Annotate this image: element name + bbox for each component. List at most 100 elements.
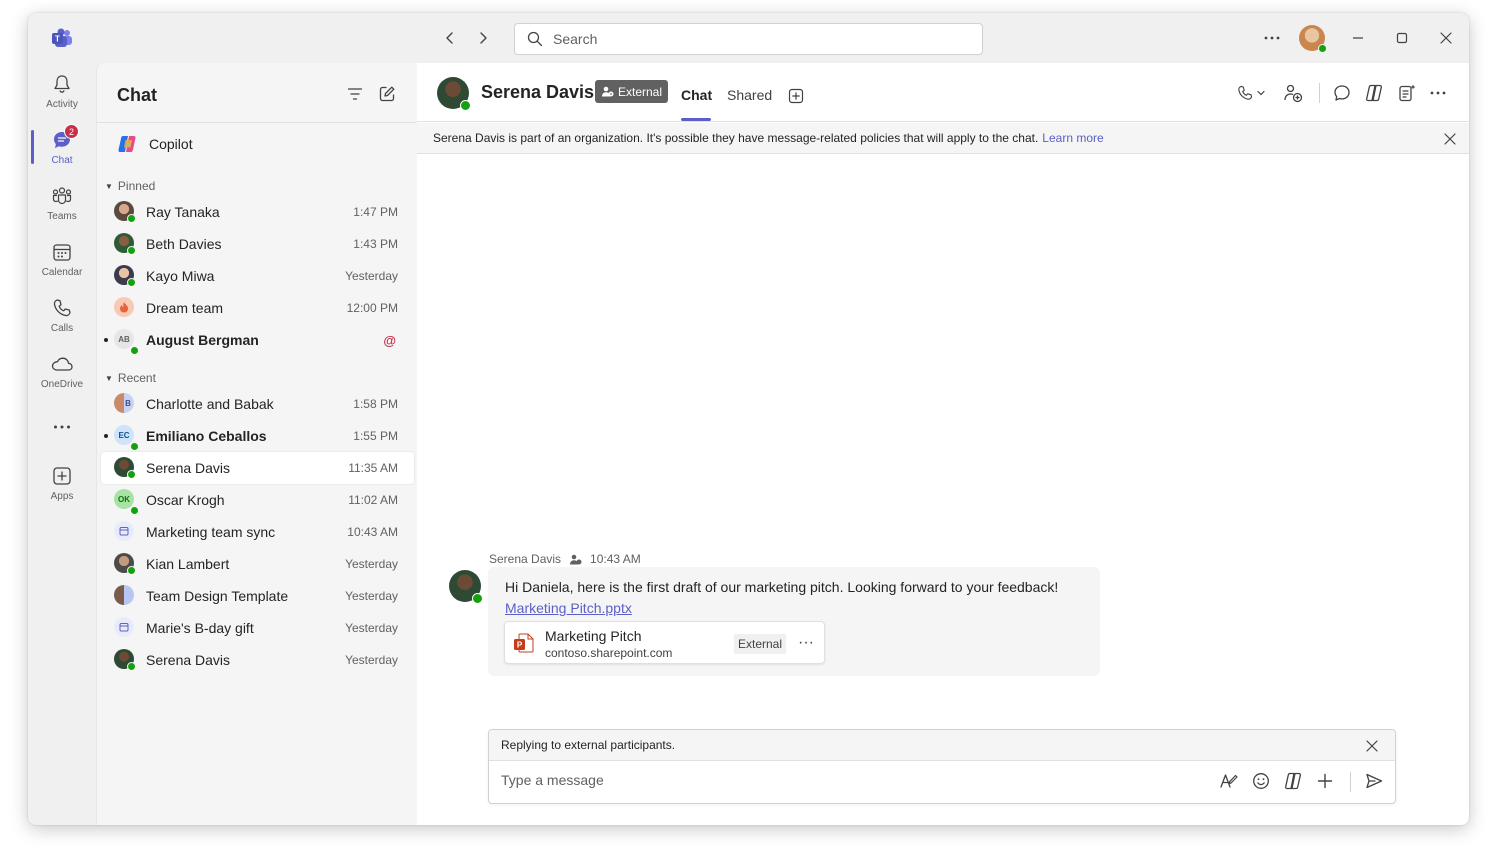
chat-row-team-design-template[interactable]: Team Design Template Yesterday — [101, 580, 414, 612]
rail-item-teams[interactable]: Teams — [28, 177, 96, 229]
learn-more-link[interactable]: Learn more — [1042, 131, 1103, 145]
emoji-icon — [1253, 773, 1269, 789]
sender-avatar[interactable] — [449, 570, 483, 604]
file-card[interactable]: P Marketing Pitch contoso.sharepoint.com… — [504, 621, 825, 664]
avatar — [114, 457, 136, 479]
contact-avatar[interactable] — [437, 77, 471, 111]
chat-row-kian-lambert[interactable]: Kian Lambert Yesterday — [101, 548, 414, 580]
chat-row-maries-bday-gift[interactable]: Marie's B-day gift Yesterday — [101, 612, 414, 644]
chat-time: Yesterday — [345, 557, 398, 571]
chat-row-marketing-team-sync[interactable]: Marketing team sync 10:43 AM — [101, 516, 414, 548]
chat-row-beth-davies[interactable]: Beth Davies 1:43 PM — [101, 228, 414, 260]
file-name: Marketing Pitch — [545, 628, 642, 644]
close-icon — [1444, 133, 1456, 145]
call-button[interactable] — [1234, 82, 1256, 104]
rail-item-more[interactable] — [28, 401, 96, 453]
chat-header: Serena Davis External Chat Shared — [417, 63, 1469, 122]
minimize-button[interactable] — [1347, 27, 1369, 49]
meeting-avatar — [114, 521, 134, 541]
back-button[interactable] — [439, 27, 461, 49]
send-button[interactable] — [1363, 770, 1385, 792]
close-icon — [1440, 32, 1452, 44]
rail-label: Teams — [47, 210, 77, 222]
external-badge: External — [734, 634, 787, 654]
teams-logo-icon: T — [52, 28, 72, 47]
file-more-button[interactable]: ··· — [795, 632, 817, 654]
active-tab-indicator — [681, 118, 711, 121]
pinned-section-header[interactable]: ▼ Pinned — [105, 179, 155, 193]
profile-avatar[interactable] — [1299, 25, 1327, 53]
copilot-row[interactable]: Copilot — [97, 129, 417, 159]
close-window-button[interactable] — [1435, 27, 1457, 49]
mention-icon: @ — [383, 332, 396, 348]
notes-button[interactable] — [1396, 82, 1418, 104]
message-sender: Serena Davis — [489, 552, 562, 566]
chat-time: Yesterday — [345, 653, 398, 667]
chat-row-oscar-krogh[interactable]: OK Oscar Krogh 11:02 AM — [101, 484, 414, 516]
presence-available-icon — [1318, 44, 1327, 53]
chevron-left-icon — [446, 32, 453, 44]
rail-item-onedrive[interactable]: OneDrive — [28, 345, 96, 397]
attachment-link[interactable]: Marketing Pitch.pptx — [505, 600, 632, 616]
reply-notice: Replying to external participants. — [489, 730, 1395, 761]
search-box[interactable] — [514, 23, 983, 55]
rail-item-calendar[interactable]: Calendar — [28, 233, 96, 285]
presence-available-icon — [127, 246, 136, 255]
message-bubble[interactable]: Hi Daniela, here is the first draft of o… — [488, 567, 1100, 676]
add-people-button[interactable] — [1282, 82, 1304, 104]
more-horizontal-icon — [1430, 91, 1446, 95]
chat-row-charlotte-babak[interactable]: B Charlotte and Babak 1:58 PM — [101, 388, 414, 420]
caret-down-icon: ▼ — [105, 181, 113, 191]
compose-icon — [379, 86, 395, 102]
new-chat-button[interactable] — [376, 83, 398, 105]
copilot-compose-button[interactable] — [1282, 770, 1304, 792]
search-icon — [527, 31, 543, 47]
rail-item-calls[interactable]: Calls — [28, 289, 96, 341]
add-tab-button[interactable] — [785, 85, 807, 107]
tab-shared[interactable]: Shared — [727, 87, 772, 103]
presence-available-icon — [127, 566, 136, 575]
message-text: Hi Daniela, here is the first draft of o… — [505, 579, 1059, 595]
contact-name[interactable]: Serena Davis — [481, 82, 594, 103]
recent-section-header[interactable]: ▼ Recent — [105, 371, 156, 385]
more-options-button[interactable] — [1260, 27, 1284, 49]
rail-item-activity[interactable]: Activity — [28, 65, 96, 117]
chevron-down-icon — [1257, 90, 1265, 96]
calendar-icon — [53, 243, 71, 261]
chat-row-ray-tanaka[interactable]: Ray Tanaka 1:47 PM — [101, 196, 414, 228]
chat-time: Yesterday — [345, 621, 398, 635]
rail-item-apps[interactable]: Apps — [28, 457, 96, 509]
tab-chat[interactable]: Chat — [681, 87, 712, 103]
presence-available-icon — [472, 593, 483, 604]
message-input[interactable] — [501, 772, 1181, 788]
search-input[interactable] — [553, 31, 953, 47]
emoji-button[interactable] — [1250, 770, 1272, 792]
chat-bubble-button[interactable] — [1331, 82, 1353, 104]
caret-down-icon: ▼ — [105, 373, 113, 383]
format-button[interactable] — [1218, 770, 1240, 792]
forward-button[interactable] — [472, 27, 494, 49]
chat-row-emiliano-ceballos[interactable]: EC Emiliano Ceballos 1:55 PM — [101, 420, 414, 452]
chevron-right-icon — [480, 32, 487, 44]
attach-button[interactable] — [1314, 770, 1336, 792]
flame-icon — [120, 302, 128, 313]
chat-row-august-bergman[interactable]: AB August Bergman @ — [101, 324, 414, 356]
chat-name: Team Design Template — [146, 588, 289, 604]
more-options-button[interactable] — [1427, 82, 1449, 104]
chat-time: 12:00 PM — [346, 301, 398, 315]
dismiss-notice-button[interactable] — [1361, 735, 1383, 757]
chat-row-serena-davis[interactable]: Serena Davis Yesterday — [101, 644, 414, 676]
copilot-button[interactable] — [1363, 82, 1385, 104]
filter-button[interactable] — [344, 83, 366, 105]
chat-row-dream-team[interactable]: Dream team 12:00 PM — [101, 292, 414, 324]
dismiss-banner-button[interactable] — [1439, 128, 1461, 150]
chat-time: 1:58 PM — [353, 397, 398, 411]
chat-name: Emiliano Ceballos — [146, 428, 267, 444]
reply-notice-text: Replying to external participants. — [501, 738, 676, 752]
rail-item-chat[interactable]: 2 Chat — [28, 121, 96, 173]
call-options-dropdown[interactable] — [1254, 82, 1268, 104]
add-app-icon — [53, 466, 71, 485]
chat-row-kayo-miwa[interactable]: Kayo Miwa Yesterday — [101, 260, 414, 292]
maximize-button[interactable] — [1391, 27, 1413, 49]
chat-row-serena-davis-selected[interactable]: Serena Davis 11:35 AM — [101, 452, 414, 484]
